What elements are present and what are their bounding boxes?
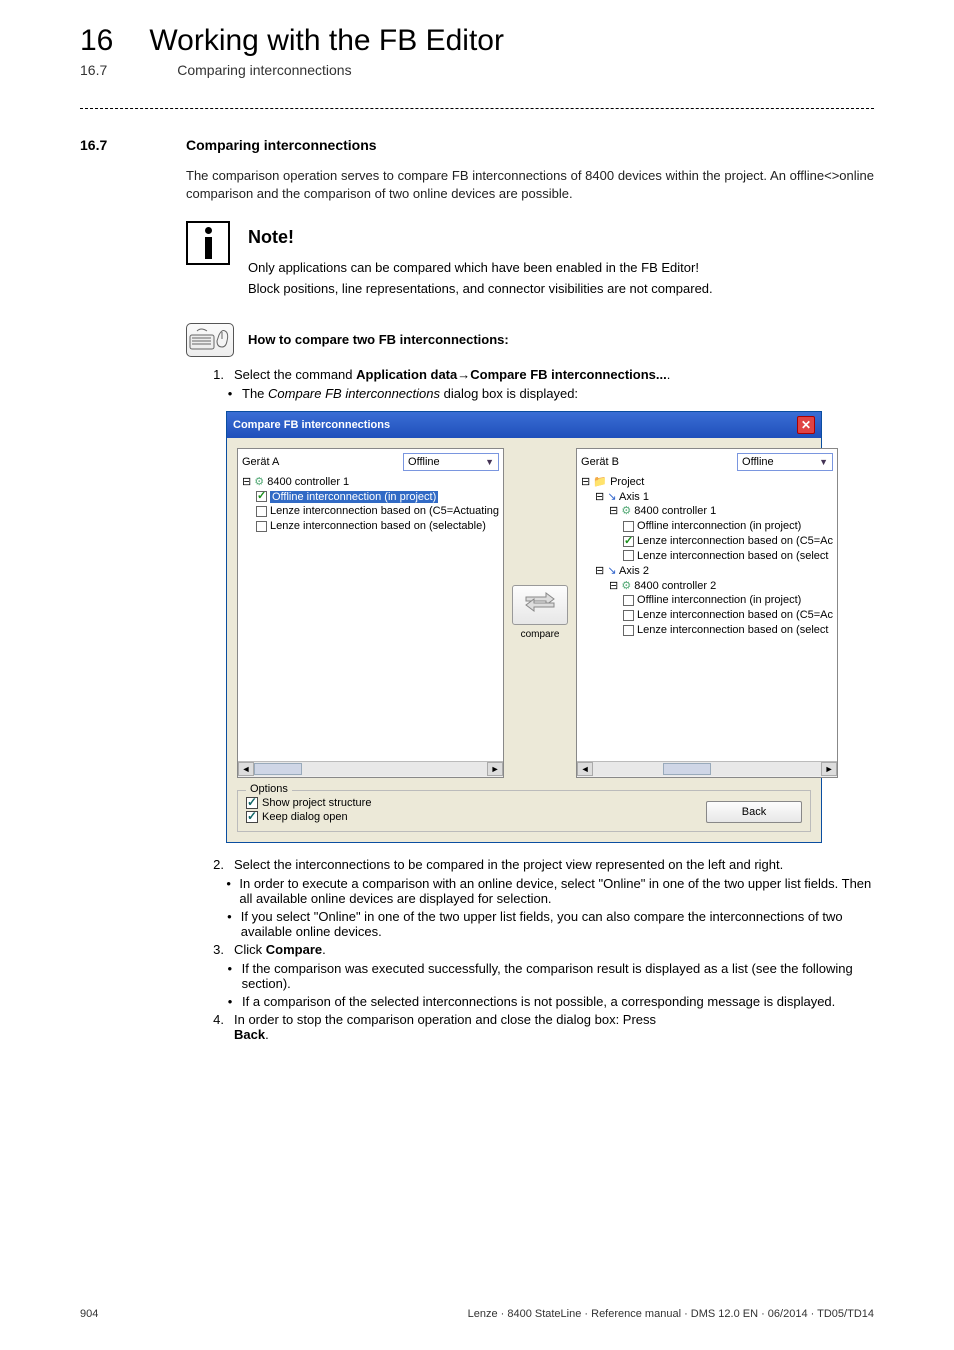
keep-dialog-open-checkbox[interactable]: Keep dialog open — [246, 811, 371, 823]
step-number: 3. — [206, 942, 224, 957]
dialog-titlebar: Compare FB interconnections ✕ — [227, 412, 821, 438]
info-icon — [186, 221, 230, 265]
section-ref-num: 16.7 — [80, 62, 107, 78]
step-2-bullet-2: If you select "Online" in one of the two… — [241, 909, 874, 939]
section-title: Comparing interconnections — [186, 137, 377, 153]
section-number: 16.7 — [80, 137, 138, 153]
checkbox-icon[interactable] — [623, 536, 634, 547]
bullet-icon: • — [226, 909, 233, 939]
tree-a[interactable]: ⊟ ⚙ 8400 controller 1 Offline interconne… — [238, 473, 503, 761]
horizontal-scrollbar[interactable]: ◄ ► — [238, 761, 503, 777]
show-project-structure-checkbox[interactable]: Show project structure — [246, 797, 371, 809]
tree-selected-item[interactable]: Offline interconnection (in project) — [270, 491, 438, 503]
step-1-body: Select the command Application data→Comp… — [234, 367, 874, 382]
checkbox-icon[interactable] — [623, 521, 634, 532]
section-ref-title: Comparing interconnections — [177, 62, 351, 78]
checkbox-icon[interactable] — [623, 610, 634, 621]
step-number: 1. — [206, 367, 224, 382]
scroll-right-icon[interactable]: ► — [487, 762, 503, 776]
checkbox-icon[interactable] — [256, 506, 267, 517]
checkbox-icon[interactable] — [623, 625, 634, 636]
dialog-title: Compare FB interconnections — [233, 419, 390, 431]
scroll-left-icon[interactable]: ◄ — [577, 762, 593, 776]
compare-button-label: compare — [521, 629, 560, 640]
gerat-a-label: Gerät A — [242, 456, 279, 468]
step-4-body: In order to stop the comparison operatio… — [234, 1012, 874, 1042]
footer-meta: Lenze · 8400 StateLine · Reference manua… — [468, 1308, 874, 1320]
note-line-2: Block positions, line representations, a… — [248, 279, 874, 299]
divider — [80, 108, 874, 109]
tree-b[interactable]: ⊟ 📁 Project ⊟ ↘ Axis 1 ⊟ ⚙ 8400 controll… — [577, 473, 837, 761]
step-2-bullet-1: In order to execute a comparison with an… — [239, 876, 874, 906]
step-number: 2. — [206, 857, 224, 872]
compare-fb-dialog: Compare FB interconnections ✕ Gerät A Of… — [226, 411, 822, 843]
options-title: Options — [246, 783, 292, 795]
checkbox-icon[interactable] — [623, 550, 634, 561]
checkbox-icon[interactable] — [256, 521, 267, 532]
page-header: 16 Working with the FB Editor 16.7 Compa… — [80, 0, 874, 78]
panel-a: Gerät A Offline▼ ⊟ ⚙ 8400 controller 1 O… — [237, 448, 504, 778]
step-1-bullet: The Compare FB interconnections dialog b… — [242, 386, 578, 401]
step-3-bullet-2: If a comparison of the selected intercon… — [242, 994, 835, 1009]
page-number: 904 — [80, 1308, 98, 1320]
checkbox-icon[interactable] — [623, 595, 634, 606]
step-2-body: Select the interconnections to be compar… — [234, 857, 874, 872]
note-line-1: Only applications can be compared which … — [248, 258, 874, 278]
bullet-icon: • — [226, 994, 234, 1009]
intro-paragraph: The comparison operation serves to compa… — [186, 167, 874, 203]
gerat-a-mode-select[interactable]: Offline▼ — [403, 453, 499, 471]
page-footer: 904 Lenze · 8400 StateLine · Reference m… — [80, 1308, 874, 1320]
checkbox-icon[interactable] — [256, 491, 267, 502]
chevron-down-icon: ▼ — [819, 457, 828, 467]
chapter-number: 16 — [80, 24, 113, 58]
step-3-body: Click Compare. — [234, 942, 874, 957]
close-icon[interactable]: ✕ — [797, 416, 815, 434]
howto-label: How to compare two FB interconnections: — [248, 332, 509, 347]
horizontal-scrollbar[interactable]: ◄ ► — [577, 761, 837, 777]
chevron-down-icon: ▼ — [485, 457, 494, 467]
compare-button[interactable] — [512, 585, 568, 625]
step-3-bullet-1: If the comparison was executed successfu… — [242, 961, 874, 991]
bullet-icon: • — [226, 876, 231, 906]
panel-b: Gerät B Offline▼ ⊟ 📁 Project ⊟ ↘ Axis 1 … — [576, 448, 838, 778]
gerat-b-mode-select[interactable]: Offline▼ — [737, 453, 833, 471]
back-button[interactable]: Back — [706, 801, 802, 823]
chapter-title: Working with the FB Editor — [149, 24, 504, 58]
step-number: 4. — [206, 1012, 224, 1042]
bullet-icon: • — [226, 386, 234, 401]
options-group: Options Show project structure Keep dial… — [237, 790, 811, 832]
scroll-right-icon[interactable]: ► — [821, 762, 837, 776]
bullet-icon: • — [226, 961, 234, 991]
note-block: Note! Only applications can be compared … — [186, 221, 874, 298]
gerat-b-label: Gerät B — [581, 456, 619, 468]
scroll-left-icon[interactable]: ◄ — [238, 762, 254, 776]
note-title: Note! — [248, 227, 874, 248]
mouse-procedure-icon — [186, 323, 234, 357]
